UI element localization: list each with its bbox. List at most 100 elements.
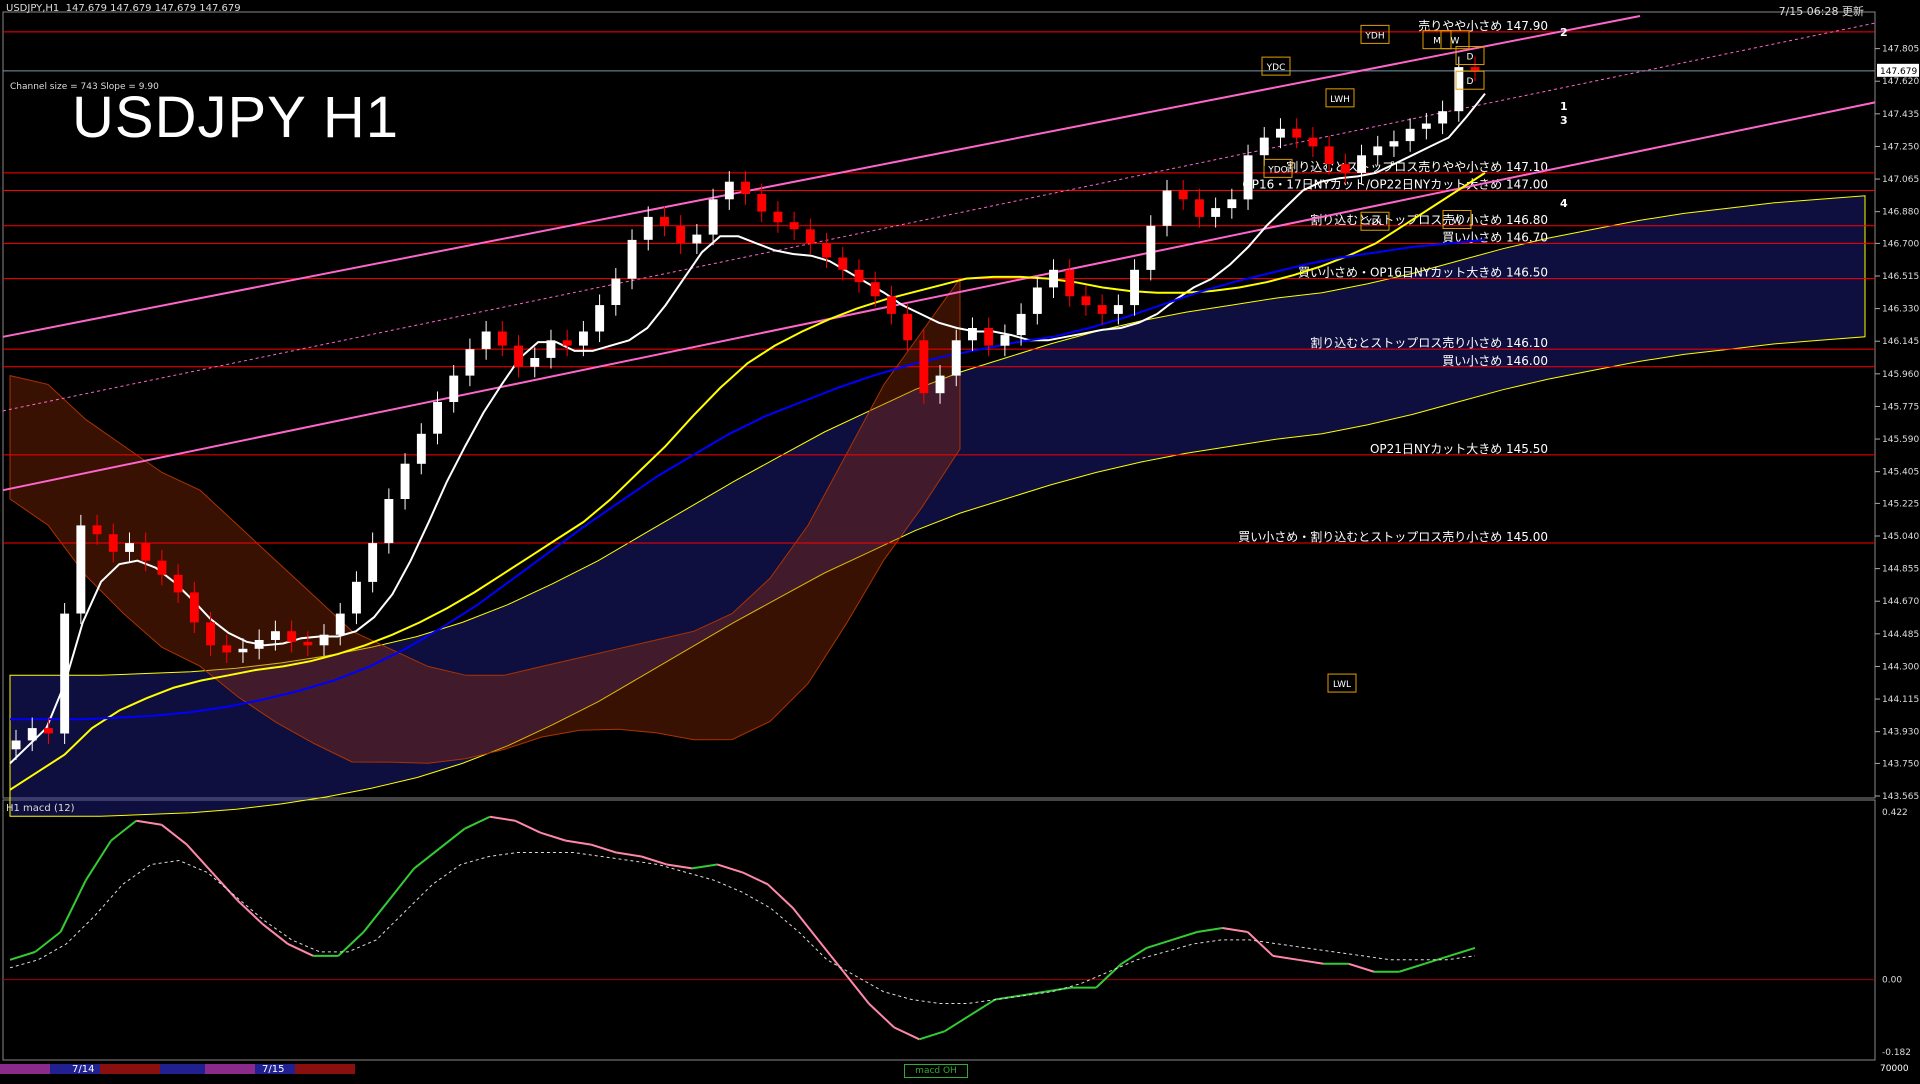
macd-window-title: H1 macd (12) xyxy=(6,803,75,814)
candle-body xyxy=(1276,128,1285,138)
candle-body xyxy=(1259,137,1269,156)
date-label-2: 7/15 xyxy=(262,1064,285,1075)
price-tick-label: 145.225 xyxy=(1882,499,1919,509)
price-tick-label: 146.515 xyxy=(1882,272,1919,282)
price-tick-label: 147.065 xyxy=(1882,175,1919,185)
candle-body xyxy=(1113,305,1123,314)
candle-body xyxy=(562,340,572,346)
candle-body xyxy=(303,641,313,646)
price-tick-label: 147.620 xyxy=(1882,77,1919,87)
candle-body xyxy=(789,222,799,230)
candle-body xyxy=(1308,137,1318,147)
candle-body xyxy=(968,328,977,341)
level-label: 買い小さめ・割り込むとストップロス売り小さめ 145.00 xyxy=(1238,529,1548,544)
candle-body xyxy=(449,375,459,402)
candle-body xyxy=(335,613,345,635)
candle-body xyxy=(287,631,297,642)
candle-body xyxy=(433,402,442,434)
candle-body xyxy=(400,463,410,499)
marker-label: YDO xyxy=(1267,165,1288,175)
candle-body xyxy=(919,340,929,394)
current-price-label: 147.679 xyxy=(1880,67,1917,77)
candle-body xyxy=(1211,208,1221,217)
chart-area[interactable]: 売りやや小さめ 147.90 割り込むとストップロス売りやや小さめ 147.10 O… xyxy=(0,0,1920,1080)
candle-body xyxy=(595,305,605,332)
macd-tag: macd OH xyxy=(904,1064,968,1078)
macd-tick-label: 0.422 xyxy=(1882,808,1908,818)
candle-body xyxy=(1243,155,1253,200)
candle-body xyxy=(1032,287,1042,314)
candle-body xyxy=(1389,141,1399,147)
candle-body xyxy=(27,728,37,741)
candle-body xyxy=(1357,155,1366,173)
candle-body xyxy=(1324,146,1334,164)
channel-number-label: 2 xyxy=(1560,26,1568,39)
candle-body xyxy=(838,257,848,270)
session-bar-red xyxy=(295,1064,355,1074)
candle-body xyxy=(271,631,280,640)
channel-number-label: 1 xyxy=(1560,100,1568,113)
session-bar-red xyxy=(100,1064,160,1074)
candle-body xyxy=(125,543,134,552)
candle-body xyxy=(741,181,750,194)
candle-body xyxy=(724,181,734,200)
level-label: OP21日NYカット大きめ 145.50 xyxy=(1370,442,1548,456)
price-tick-label: 145.960 xyxy=(1882,370,1919,380)
candle-body xyxy=(903,313,913,341)
candle-body xyxy=(854,269,864,283)
marker-label: M xyxy=(1433,37,1441,47)
price-tick-label: 146.145 xyxy=(1882,337,1919,347)
candle-body xyxy=(611,278,621,305)
price-tick-label: 145.590 xyxy=(1882,435,1919,445)
price-tick-label: 143.565 xyxy=(1882,792,1919,802)
candle-body xyxy=(352,581,361,614)
chart-title: USDJPY H1 xyxy=(72,85,400,150)
candle-body xyxy=(1000,335,1010,346)
candle-body xyxy=(1097,305,1107,314)
price-tick-label: 145.775 xyxy=(1882,402,1919,412)
candle-body xyxy=(546,340,556,358)
price-chart-svg[interactable]: 売りやや小さめ 147.90割り込むとストップロス売りやや小さめ 147.10O… xyxy=(0,0,1920,1080)
price-tick-label: 146.880 xyxy=(1882,208,1919,218)
candle-body xyxy=(1292,128,1302,138)
candle-body xyxy=(870,282,880,297)
candle-body xyxy=(708,199,718,235)
price-tick-label: 145.040 xyxy=(1882,532,1919,542)
price-tick-label: 144.855 xyxy=(1882,565,1919,575)
candle-body xyxy=(757,194,767,212)
candle-body xyxy=(1162,190,1172,226)
candle-body xyxy=(1049,269,1058,288)
candle-body xyxy=(822,243,831,258)
candle-body xyxy=(530,358,540,367)
candle-body xyxy=(1178,190,1188,200)
candle-body xyxy=(805,229,815,244)
session-bar-purple xyxy=(205,1064,255,1074)
candle-body xyxy=(222,645,232,653)
marker-label: D xyxy=(1467,77,1474,87)
price-tick-label: 146.700 xyxy=(1882,239,1919,249)
update-timestamp: 7/15 06:28 更新 xyxy=(1778,5,1864,18)
price-tick-label: 143.750 xyxy=(1882,759,1919,769)
candle-body xyxy=(1340,164,1350,173)
candle-body xyxy=(141,543,151,561)
marker-label: YDH xyxy=(1364,31,1384,41)
candle-body xyxy=(238,648,248,653)
level-label: 割り込むとストップロス売り小さめ 146.10 xyxy=(1310,335,1548,350)
marker-label: D xyxy=(1467,53,1474,63)
candle-body xyxy=(660,216,669,226)
candle-body xyxy=(643,216,653,240)
candle-body xyxy=(1065,269,1075,297)
price-tick-label: 144.115 xyxy=(1882,695,1919,705)
candle-body xyxy=(384,499,394,544)
price-tick-label: 147.435 xyxy=(1882,110,1919,120)
candle-body xyxy=(189,592,199,623)
candle-body xyxy=(984,328,994,346)
candle-body xyxy=(1016,313,1026,336)
price-tick-label: 144.300 xyxy=(1882,662,1919,672)
candle-body xyxy=(11,740,21,750)
marker-label: LWL xyxy=(1333,680,1351,690)
candle-body xyxy=(1405,128,1415,142)
marker-label: YDC xyxy=(1266,63,1286,73)
price-tick-label: 147.250 xyxy=(1882,142,1919,152)
candle-body xyxy=(1438,111,1448,124)
